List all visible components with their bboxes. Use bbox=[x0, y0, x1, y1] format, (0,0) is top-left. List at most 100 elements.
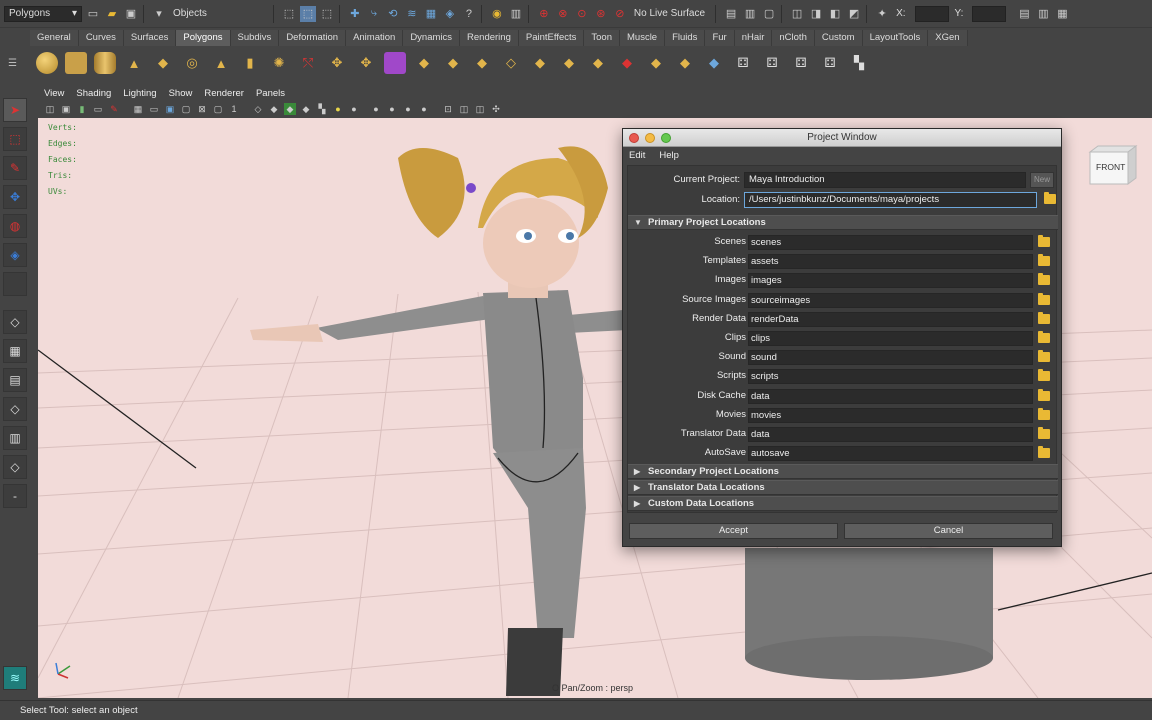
safe-action-icon[interactable]: ▢ bbox=[212, 103, 224, 115]
layer-editor-toggle-icon[interactable]: ▦ bbox=[1054, 6, 1070, 22]
spherical-mapping-icon[interactable]: ⚃ bbox=[790, 52, 812, 74]
grease-pencil-icon[interactable]: ✎ bbox=[108, 103, 120, 115]
location-field[interactable]: sourceimages bbox=[748, 292, 1033, 308]
poly-cylinder-icon[interactable] bbox=[94, 52, 116, 74]
persp-outliner-layout-icon[interactable]: ▤ bbox=[3, 368, 27, 392]
location-field[interactable]: scenes bbox=[748, 235, 1033, 250]
poly-torus-icon[interactable]: ◎ bbox=[181, 52, 203, 74]
select-tool-icon[interactable]: ➤ bbox=[3, 98, 27, 122]
bevel-icon[interactable]: ◆ bbox=[645, 52, 667, 74]
move-tool-icon[interactable]: ✥ bbox=[3, 185, 27, 209]
location-field[interactable]: /Users/justinbkunz/Documents/maya/projec… bbox=[744, 192, 1037, 208]
select-joints-icon[interactable]: ⤷ bbox=[366, 6, 382, 22]
shelf-tab-muscle[interactable]: Muscle bbox=[620, 30, 666, 46]
accept-button[interactable]: Accept bbox=[629, 523, 838, 539]
automatic-mapping-icon[interactable]: ⚃ bbox=[819, 52, 841, 74]
folder-icon[interactable] bbox=[1038, 235, 1050, 247]
x-field[interactable] bbox=[914, 5, 949, 22]
poly-soccer-ball-icon[interactable]: ✺ bbox=[268, 52, 290, 74]
section-header-translator-data-locations[interactable]: ▶ Translator Data Locations bbox=[628, 480, 1058, 495]
dialog-title-bar[interactable]: Project Window bbox=[623, 129, 1061, 147]
panel-menu-renderer[interactable]: Renderer bbox=[204, 88, 244, 99]
location-field[interactable]: data bbox=[748, 427, 1033, 442]
location-field[interactable]: assets bbox=[748, 254, 1033, 270]
primary-locations-header[interactable]: ▼ Primary Project Locations bbox=[628, 215, 1058, 230]
select-by-object-type-icon[interactable]: ⬚ bbox=[299, 5, 316, 22]
close-window-button[interactable] bbox=[629, 133, 639, 143]
shelf-tab-toon[interactable]: Toon bbox=[584, 30, 620, 46]
image-plane-icon[interactable]: ▭ bbox=[92, 103, 104, 115]
location-field[interactable]: scripts bbox=[748, 369, 1033, 385]
folder-icon[interactable] bbox=[1038, 369, 1050, 382]
panel-menu-shading[interactable]: Shading bbox=[76, 88, 111, 99]
select-rendering-icon[interactable]: ? bbox=[461, 6, 477, 22]
motion-blur-icon[interactable]: ● bbox=[386, 103, 398, 115]
folder-icon[interactable] bbox=[1038, 350, 1050, 363]
poly-prism-icon[interactable]: ▲ bbox=[210, 52, 232, 74]
menu-edit[interactable]: Edit bbox=[629, 150, 645, 161]
folder-icon[interactable] bbox=[1038, 254, 1050, 267]
textured-icon[interactable]: ◆ bbox=[300, 103, 312, 115]
make-live-icon[interactable]: ⊘ bbox=[612, 6, 628, 22]
panel-menu-panels[interactable]: Panels bbox=[256, 88, 285, 99]
current-project-field[interactable]: Maya Introduction bbox=[744, 172, 1026, 188]
cancel-button[interactable]: Cancel bbox=[844, 523, 1053, 539]
resolution-gate-icon[interactable]: ▣ bbox=[164, 103, 176, 115]
shadows-icon[interactable]: ● bbox=[348, 103, 360, 115]
location-field[interactable]: autosave bbox=[748, 446, 1033, 462]
extract-icon[interactable]: ✥ bbox=[355, 52, 377, 74]
input-output-icon[interactable]: ▤ bbox=[723, 6, 739, 22]
y-field[interactable] bbox=[972, 5, 1007, 22]
new-scene-icon[interactable]: ▭ bbox=[85, 6, 101, 22]
panel-menu-show[interactable]: Show bbox=[169, 88, 193, 99]
use-all-lights-icon[interactable]: ● bbox=[332, 103, 344, 115]
render-current-frame-icon[interactable]: ◫ bbox=[789, 6, 805, 22]
wireframe-on-shaded-icon[interactable]: ◆ bbox=[284, 103, 296, 115]
location-field[interactable]: sound bbox=[748, 350, 1033, 366]
append-polygon-icon[interactable]: ◇ bbox=[500, 52, 522, 74]
shelf-tab-nhair[interactable]: nHair bbox=[734, 30, 773, 46]
gate-mask-icon[interactable]: ▢ bbox=[180, 103, 192, 115]
folder-icon[interactable] bbox=[1038, 446, 1050, 459]
shelf-tab-surfaces[interactable]: Surfaces bbox=[123, 30, 177, 46]
chamfer-icon[interactable]: ◆ bbox=[674, 52, 696, 74]
scale-tool-icon[interactable]: ◈ bbox=[3, 243, 27, 267]
selection-mode-icon[interactable]: ▾ bbox=[151, 6, 167, 22]
snap-to-grid-icon[interactable]: ⊕ bbox=[536, 6, 552, 22]
location-field[interactable]: data bbox=[748, 388, 1033, 404]
folder-icon[interactable] bbox=[1038, 388, 1050, 401]
xray-icon[interactable]: ◫ bbox=[458, 103, 470, 115]
minimize-window-button[interactable] bbox=[645, 133, 655, 143]
save-scene-icon[interactable]: ▣ bbox=[123, 6, 139, 22]
paint-select-tool-icon[interactable]: ✎ bbox=[3, 156, 27, 180]
xray-joints-icon[interactable]: ◫ bbox=[474, 103, 486, 115]
shelf-tab-subdivs[interactable]: Subdivs bbox=[230, 30, 280, 46]
location-field[interactable]: images bbox=[748, 273, 1033, 289]
layout-menu-icon[interactable]: - bbox=[3, 484, 27, 508]
four-view-layout-icon[interactable]: ▦ bbox=[3, 339, 27, 363]
section-header-secondary-project-locations[interactable]: ▶ Secondary Project Locations bbox=[628, 464, 1058, 479]
bridge-icon[interactable]: ◆ bbox=[471, 52, 493, 74]
poly-cone-icon[interactable]: ▲ bbox=[123, 52, 145, 74]
shelf-menu-icon[interactable]: ☰ bbox=[8, 58, 17, 69]
poly-sphere-icon[interactable] bbox=[36, 52, 58, 74]
snap-to-curve-icon[interactable]: ⊗ bbox=[555, 6, 571, 22]
xray-components-icon[interactable]: ✣ bbox=[490, 103, 502, 115]
grid-icon[interactable]: ▦ bbox=[132, 103, 144, 115]
shelf-tab-curves[interactable]: Curves bbox=[78, 30, 124, 46]
isolate-select-icon[interactable]: ⊡ bbox=[442, 103, 454, 115]
offset-edge-loop-icon[interactable]: ◆ bbox=[587, 52, 609, 74]
film-gate-icon[interactable]: ▭ bbox=[148, 103, 160, 115]
bookmarks-icon[interactable]: ▮ bbox=[76, 103, 88, 115]
zoom-window-button[interactable] bbox=[661, 133, 671, 143]
select-by-hierarchy-icon[interactable]: ⬚ bbox=[281, 6, 297, 22]
shelf-tab-rendering[interactable]: Rendering bbox=[460, 30, 519, 46]
panel-menu-lighting[interactable]: Lighting bbox=[123, 88, 156, 99]
sidebar-toggle-icon[interactable]: ▤ bbox=[1016, 6, 1032, 22]
shelf-tab-general[interactable]: General bbox=[30, 30, 79, 46]
lasso-tool-icon[interactable]: ⬚ bbox=[3, 127, 27, 151]
render-settings-icon[interactable]: ◧ bbox=[827, 6, 843, 22]
shelf-tab-dynamics[interactable]: Dynamics bbox=[403, 30, 461, 46]
shelf-tab-layouttools[interactable]: LayoutTools bbox=[862, 30, 929, 46]
safe-title-icon[interactable]: 1 bbox=[228, 103, 240, 115]
